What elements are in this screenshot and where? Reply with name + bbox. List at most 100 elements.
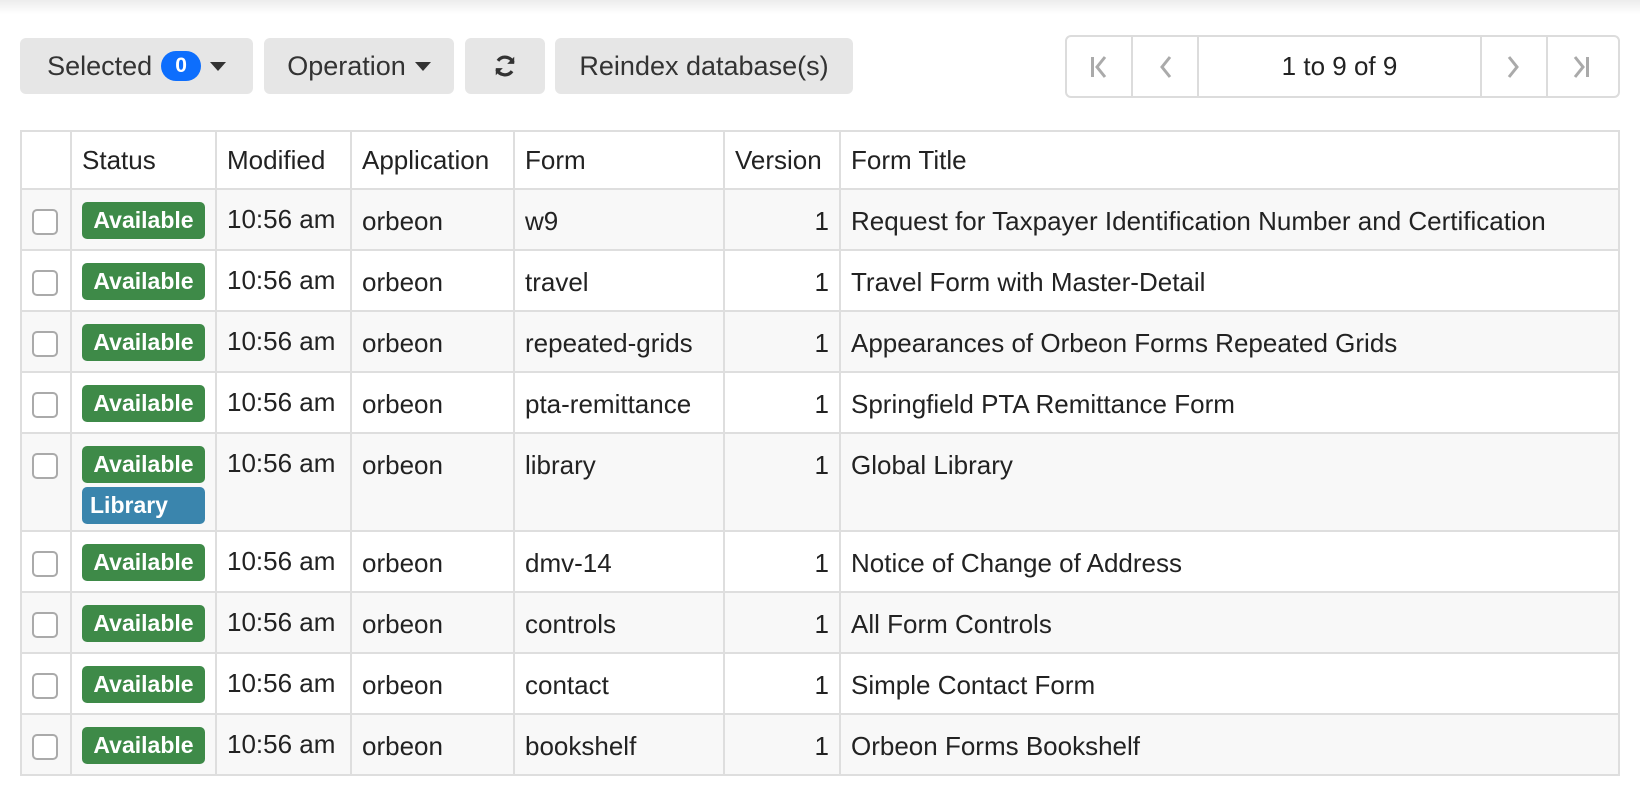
caret-down-icon bbox=[209, 61, 226, 71]
application-cell: orbeon bbox=[350, 591, 515, 654]
application-cell: orbeon bbox=[350, 432, 515, 532]
version-cell: 1 bbox=[723, 432, 841, 532]
table-row[interactable]: Available Library 10:56 am orbeon librar… bbox=[20, 432, 1620, 532]
pagination: 1 to 9 of 9 bbox=[1065, 35, 1620, 98]
table-row[interactable]: Available 10:56 am orbeon pta-remittance… bbox=[20, 371, 1620, 434]
form-title-column-header[interactable]: Form Title bbox=[839, 130, 1620, 190]
version-cell: 1 bbox=[723, 530, 841, 593]
forms-table: Status Modified Application Form Version… bbox=[20, 130, 1620, 776]
row-checkbox[interactable] bbox=[32, 392, 58, 418]
form-cell: contact bbox=[513, 652, 725, 715]
row-select-cell bbox=[20, 591, 72, 654]
status-cell: Available bbox=[70, 310, 217, 373]
modified-cell: 10:56 am bbox=[215, 188, 352, 251]
next-page-button[interactable] bbox=[1482, 37, 1548, 96]
form-title-cell[interactable]: Travel Form with Master-Detail bbox=[839, 249, 1620, 312]
reindex-label: Reindex database(s) bbox=[579, 50, 829, 81]
available-badge: Available bbox=[82, 727, 205, 764]
row-select-cell bbox=[20, 713, 72, 776]
status-cell: Available bbox=[70, 591, 217, 654]
status-cell: Available bbox=[70, 530, 217, 593]
refresh-button[interactable] bbox=[465, 38, 545, 94]
last-page-icon bbox=[1573, 55, 1589, 78]
row-checkbox[interactable] bbox=[32, 612, 58, 638]
version-column-header[interactable]: Version bbox=[723, 130, 841, 190]
modified-cell: 10:56 am bbox=[215, 652, 352, 715]
available-badge: Available bbox=[82, 544, 205, 581]
reindex-database-button[interactable]: Reindex database(s) bbox=[555, 38, 853, 94]
available-badge: Available bbox=[82, 446, 205, 483]
row-checkbox[interactable] bbox=[32, 673, 58, 699]
table-row[interactable]: Available 10:56 am orbeon dmv-14 1 Notic… bbox=[20, 530, 1620, 593]
select-column-header bbox=[20, 130, 72, 190]
page-info: 1 to 9 of 9 bbox=[1199, 37, 1482, 96]
table-header-row: Status Modified Application Form Version… bbox=[20, 130, 1620, 190]
next-page-icon bbox=[1507, 55, 1519, 78]
application-cell: orbeon bbox=[350, 371, 515, 434]
operation-dropdown-button[interactable]: Operation bbox=[264, 38, 454, 94]
application-cell: orbeon bbox=[350, 713, 515, 776]
caret-down-icon bbox=[414, 61, 431, 71]
available-badge: Available bbox=[82, 666, 205, 703]
form-cell: dmv-14 bbox=[513, 530, 725, 593]
row-checkbox[interactable] bbox=[32, 209, 58, 235]
form-cell: travel bbox=[513, 249, 725, 312]
available-badge: Available bbox=[82, 385, 205, 422]
form-column-header[interactable]: Form bbox=[513, 130, 725, 190]
table-row[interactable]: Available 10:56 am orbeon repeated-grids… bbox=[20, 310, 1620, 373]
form-title-cell[interactable]: All Form Controls bbox=[839, 591, 1620, 654]
modified-cell: 10:56 am bbox=[215, 713, 352, 776]
row-select-cell bbox=[20, 432, 72, 532]
selected-dropdown-button[interactable]: Selected 0 bbox=[20, 38, 253, 94]
row-select-cell bbox=[20, 371, 72, 434]
modified-cell: 10:56 am bbox=[215, 249, 352, 312]
selected-label: Selected bbox=[47, 50, 153, 81]
table-row[interactable]: Available 10:56 am orbeon w9 1 Request f… bbox=[20, 188, 1620, 251]
available-badge: Available bbox=[82, 324, 205, 361]
top-shadow bbox=[0, 0, 1640, 14]
last-page-button[interactable] bbox=[1548, 37, 1614, 96]
version-cell: 1 bbox=[723, 713, 841, 776]
version-cell: 1 bbox=[723, 249, 841, 312]
previous-page-icon bbox=[1160, 55, 1172, 78]
status-cell: Available bbox=[70, 249, 217, 312]
status-cell: Available bbox=[70, 188, 217, 251]
form-title-cell[interactable]: Global Library bbox=[839, 432, 1620, 532]
row-checkbox[interactable] bbox=[32, 734, 58, 760]
first-page-icon bbox=[1091, 55, 1107, 78]
table-row[interactable]: Available 10:56 am orbeon travel 1 Trave… bbox=[20, 249, 1620, 312]
version-cell: 1 bbox=[723, 591, 841, 654]
form-title-cell[interactable]: Orbeon Forms Bookshelf bbox=[839, 713, 1620, 776]
modified-column-header[interactable]: Modified bbox=[215, 130, 352, 190]
application-cell: orbeon bbox=[350, 310, 515, 373]
form-title-cell[interactable]: Simple Contact Form bbox=[839, 652, 1620, 715]
row-select-cell bbox=[20, 249, 72, 312]
application-column-header[interactable]: Application bbox=[350, 130, 515, 190]
form-title-cell[interactable]: Request for Taxpayer Identification Numb… bbox=[839, 188, 1620, 251]
selected-count-badge: 0 bbox=[161, 51, 201, 81]
form-title-cell[interactable]: Appearances of Orbeon Forms Repeated Gri… bbox=[839, 310, 1620, 373]
version-cell: 1 bbox=[723, 188, 841, 251]
row-checkbox[interactable] bbox=[32, 270, 58, 296]
row-checkbox[interactable] bbox=[32, 331, 58, 357]
previous-page-button[interactable] bbox=[1133, 37, 1199, 96]
library-badge: Library bbox=[82, 487, 205, 524]
first-page-button[interactable] bbox=[1067, 37, 1133, 96]
modified-cell: 10:56 am bbox=[215, 310, 352, 373]
modified-cell: 10:56 am bbox=[215, 371, 352, 434]
table-row[interactable]: Available 10:56 am orbeon controls 1 All… bbox=[20, 591, 1620, 654]
table-row[interactable]: Available 10:56 am orbeon contact 1 Simp… bbox=[20, 652, 1620, 715]
version-cell: 1 bbox=[723, 310, 841, 373]
form-cell: repeated-grids bbox=[513, 310, 725, 373]
row-select-cell bbox=[20, 652, 72, 715]
application-cell: orbeon bbox=[350, 188, 515, 251]
available-badge: Available bbox=[82, 263, 205, 300]
row-select-cell bbox=[20, 310, 72, 373]
row-checkbox[interactable] bbox=[32, 551, 58, 577]
form-title-cell[interactable]: Notice of Change of Address bbox=[839, 530, 1620, 593]
table-row[interactable]: Available 10:56 am orbeon bookshelf 1 Or… bbox=[20, 713, 1620, 776]
form-title-cell[interactable]: Springfield PTA Remittance Form bbox=[839, 371, 1620, 434]
row-checkbox[interactable] bbox=[32, 453, 58, 479]
status-column-header[interactable]: Status bbox=[70, 130, 217, 190]
row-select-cell bbox=[20, 188, 72, 251]
